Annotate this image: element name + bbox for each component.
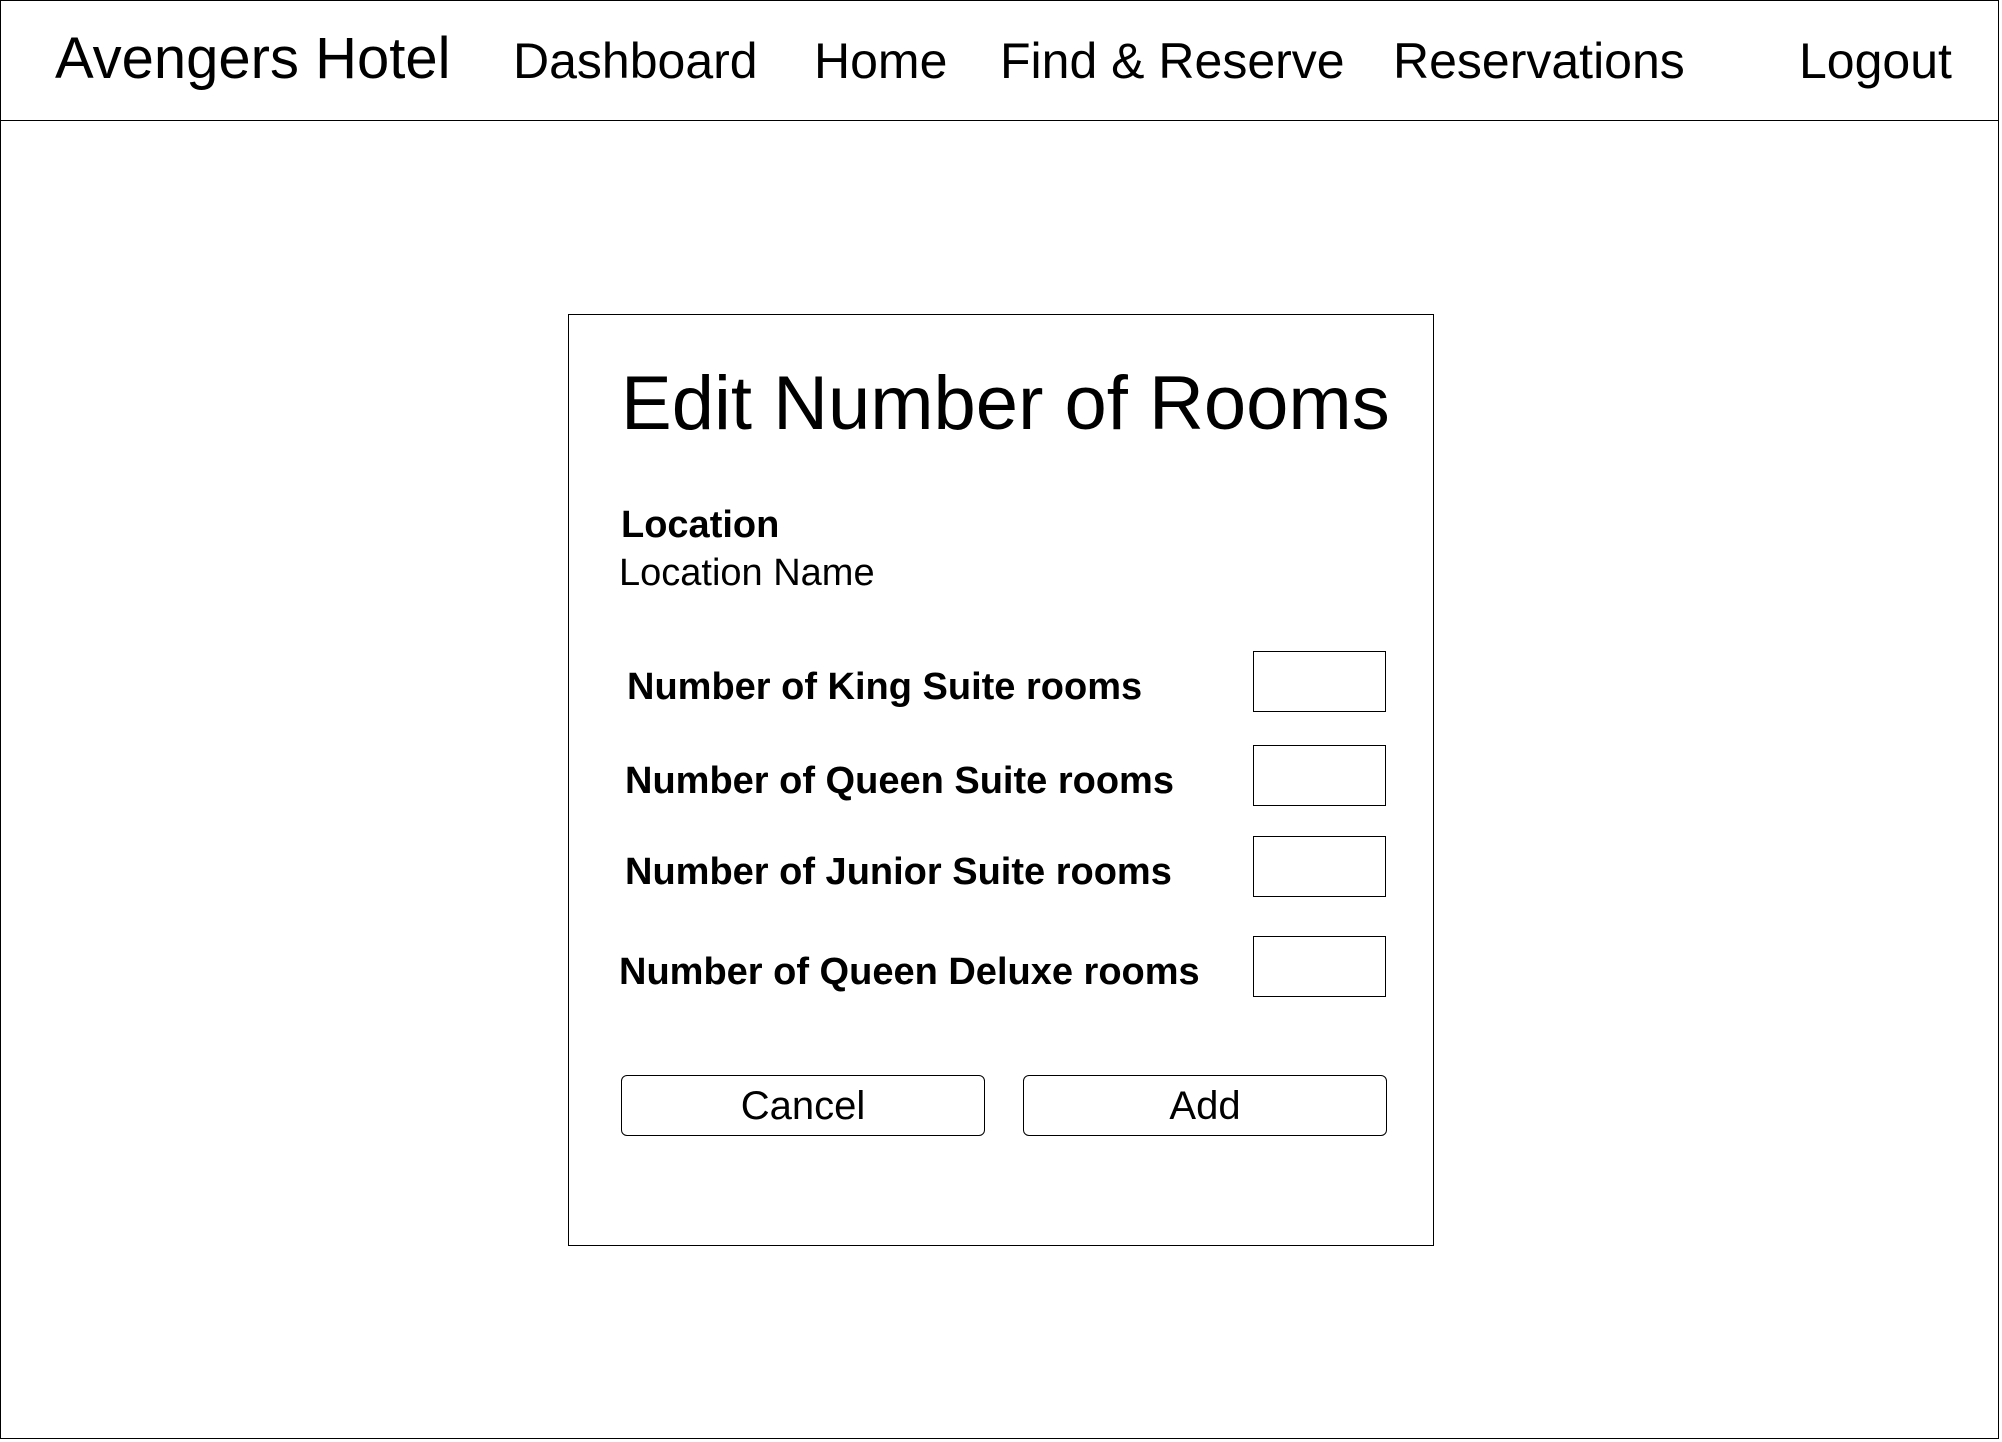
brand-title: Avengers Hotel: [55, 26, 451, 91]
add-button[interactable]: Add: [1023, 1075, 1387, 1136]
nav-dashboard-link[interactable]: Dashboard: [513, 30, 758, 92]
top-navbar: Avengers Hotel Dashboard Home Find & Res…: [0, 0, 1999, 121]
king-suite-label: Number of King Suite rooms: [627, 666, 1143, 708]
junior-suite-label: Number of Junior Suite rooms: [625, 851, 1172, 893]
queen-suite-input[interactable]: [1253, 745, 1386, 806]
nav-find-reserve-link[interactable]: Find & Reserve: [1000, 30, 1345, 92]
location-value: Location Name: [619, 552, 875, 594]
location-label: Location: [621, 504, 780, 546]
queen-suite-label: Number of Queen Suite rooms: [625, 760, 1174, 802]
nav-home-link[interactable]: Home: [814, 30, 947, 92]
edit-rooms-dialog: Edit Number of Rooms Location Location N…: [568, 314, 1434, 1246]
queen-deluxe-label: Number of Queen Deluxe rooms: [619, 951, 1200, 993]
king-suite-input[interactable]: [1253, 651, 1386, 712]
junior-suite-input[interactable]: [1253, 836, 1386, 897]
queen-deluxe-input[interactable]: [1253, 936, 1386, 997]
dialog-title: Edit Number of Rooms: [621, 361, 1390, 446]
nav-reservations-link[interactable]: Reservations: [1393, 30, 1685, 92]
cancel-button[interactable]: Cancel: [621, 1075, 985, 1136]
nav-logout-link[interactable]: Logout: [1799, 30, 1952, 92]
